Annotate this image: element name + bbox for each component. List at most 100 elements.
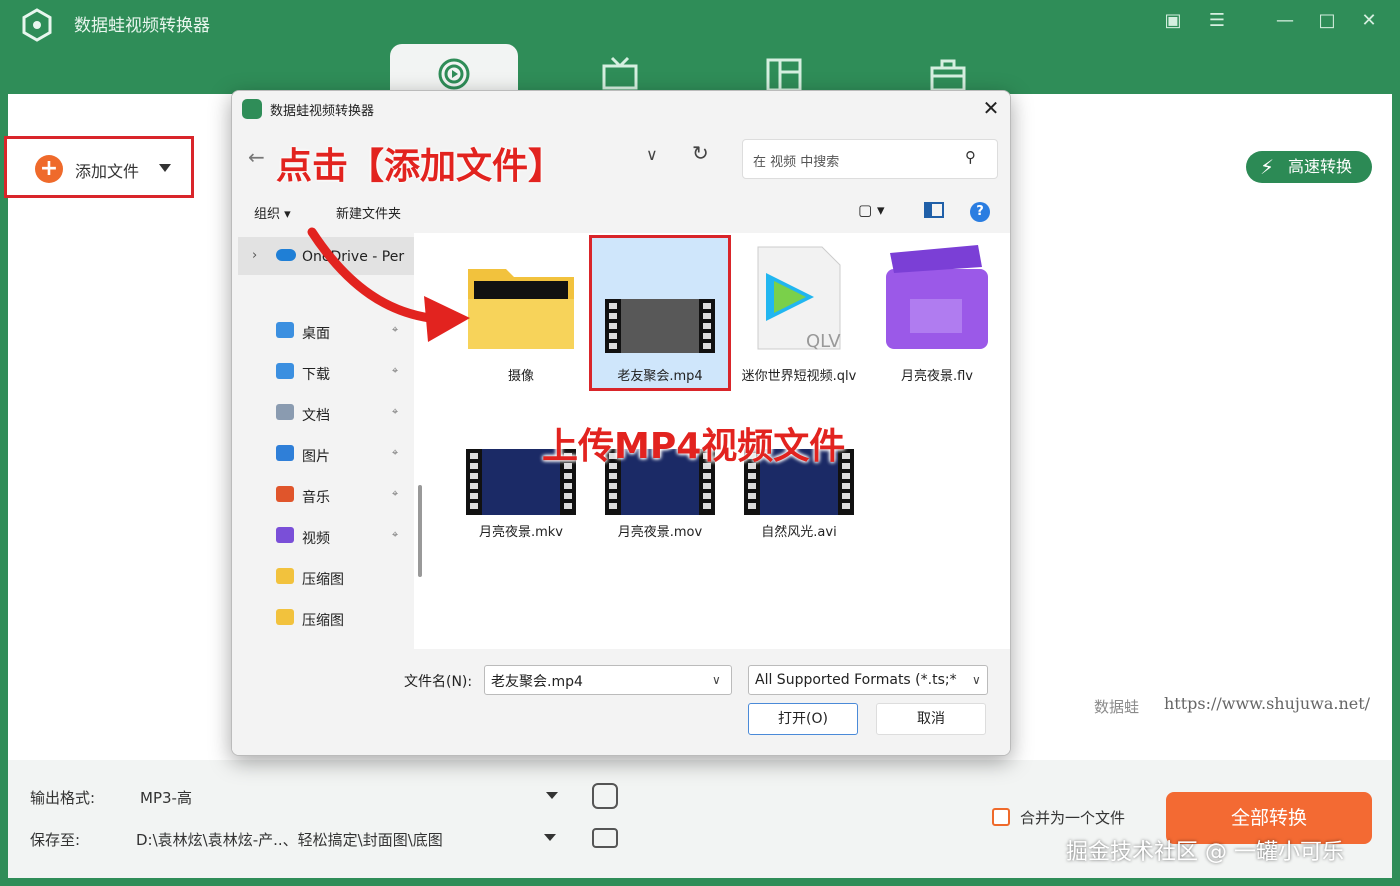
open-folder-icon[interactable]: [592, 828, 618, 848]
maximize-icon[interactable]: □: [1314, 8, 1340, 34]
file-name: 月亮夜景.mov: [617, 525, 703, 540]
pictures-icon: [276, 445, 294, 461]
address-history-chevron-icon[interactable]: ∨: [646, 145, 658, 164]
nav-item-label: 文档: [302, 408, 330, 424]
chevron-down-icon[interactable]: [159, 164, 171, 172]
turbo-convert-button[interactable]: ⚡ 高速转换: [1246, 151, 1372, 183]
filename-label: 文件名(N):: [404, 674, 473, 690]
document-icon: [276, 404, 294, 420]
filename-dropdown-icon[interactable]: ∨: [712, 673, 721, 687]
nav-item-5[interactable]: 视频 ⌖: [272, 522, 412, 552]
nav-item-label: 压缩图: [302, 613, 344, 629]
app-logo-icon: [22, 8, 52, 42]
add-file-annotation: 点击【添加文件】: [276, 146, 565, 187]
nav-item-label: 音乐: [302, 490, 330, 506]
toolbox-icon: [930, 59, 966, 92]
tab-layout[interactable]: [718, 44, 846, 96]
new-folder-button[interactable]: 新建文件夹: [336, 203, 401, 222]
dialog-footer: 文件名(N): 老友聚会.mp4 ∨ All Supported Formats…: [232, 649, 1010, 755]
desktop-icon: [276, 322, 294, 338]
credit-watermark: 掘金技术社区 @ 一罐小可乐: [1066, 840, 1344, 865]
brand-watermark: 数据蛙: [1094, 698, 1140, 716]
file-type-dropdown-icon[interactable]: ∨: [972, 673, 981, 687]
output-format-label: 输出格式:: [30, 789, 96, 807]
back-arrow-icon[interactable]: ←: [248, 145, 265, 169]
add-file-button[interactable]: + 添加文件: [4, 136, 194, 198]
address-bar: ← 点击【添加文件】 ∨ ↻ 在 视频 中搜索 ⚲: [232, 127, 1010, 189]
open-button[interactable]: 打开(O): [748, 703, 858, 735]
save-to-dropdown-icon[interactable]: [544, 834, 556, 841]
nav-onedrive-label: OneDrive - Per: [302, 249, 405, 265]
preview-pane-icon[interactable]: [924, 202, 944, 218]
menu-icon[interactable]: ☰: [1204, 8, 1230, 34]
brand-url: https://www.shujuwa.net/: [1164, 694, 1371, 713]
nav-item-1[interactable]: 下载 ⌖: [272, 358, 412, 388]
nav-item-label: 桌面: [302, 326, 330, 342]
search-placeholder: 在 视频 中搜索: [753, 155, 840, 170]
pin-icon: ⌖: [392, 487, 399, 500]
nav-item-7[interactable]: 压缩图: [272, 604, 412, 634]
search-input[interactable]: 在 视频 中搜索 ⚲: [742, 139, 998, 179]
tab-tv[interactable]: [554, 44, 682, 96]
nav-item-2[interactable]: 文档 ⌖: [272, 399, 412, 429]
save-to-label: 保存至:: [30, 831, 81, 849]
dialog-close-icon[interactable]: ✕: [978, 95, 1004, 121]
folder-icon: [276, 609, 294, 625]
cloud-icon: [276, 249, 296, 261]
pin-icon: ⌖: [392, 323, 399, 336]
pin-icon: ⌖: [392, 364, 399, 377]
view-mode-icon[interactable]: ▢ ▾: [858, 201, 884, 219]
video-file-icon: [605, 299, 715, 353]
nav-item-label: 视频: [302, 531, 330, 547]
app-title: 数据蛙视频转换器: [74, 16, 210, 36]
file-name: 自然风光.avi: [761, 525, 837, 540]
file-type-select[interactable]: All Supported Formats (*.ts;*: [748, 665, 988, 695]
merge-label: 合并为一个文件: [1020, 809, 1126, 827]
tv-icon: [602, 56, 638, 90]
folder-icon: [468, 269, 574, 349]
dialog-app-icon: [242, 99, 262, 119]
nav-item-label: 图片: [302, 449, 330, 465]
tab-convert[interactable]: [390, 44, 518, 96]
nav-item-0[interactable]: 桌面 ⌖: [272, 317, 412, 347]
navigation-pane: › OneDrive - Per 桌面 ⌖ 下载 ⌖ 文档 ⌖ 图片 ⌖ 音乐 ⌖ 视频 ⌖ 压缩图 压缩…: [232, 233, 422, 649]
open-file-dialog: 数据蛙视频转换器 ✕ ← 点击【添加文件】 ∨ ↻ 在 视频 中搜索 ⚲ 组织 …: [231, 90, 1011, 756]
filename-input[interactable]: 老友聚会.mp4: [484, 665, 732, 695]
file-name: 月亮夜景.flv: [900, 369, 973, 384]
qlv-badge: QLV: [806, 331, 841, 352]
nav-scrollbar[interactable]: [418, 485, 422, 577]
help-icon[interactable]: ?: [970, 202, 990, 222]
nav-item-3[interactable]: 图片 ⌖: [272, 440, 412, 470]
title-bar: 数据蛙视频转换器 ▣ ☰ — □ ✕: [0, 0, 1400, 44]
nav-item-label: 下载: [302, 367, 330, 383]
save-to-path[interactable]: D:\袁林炫\袁林炫-产..、轻松搞定\封面图\底图: [136, 829, 526, 850]
tab-toolbox[interactable]: [882, 44, 1010, 96]
convert-icon: [438, 58, 470, 90]
format-settings-icon[interactable]: [592, 783, 618, 809]
nav-item-4[interactable]: 音乐 ⌖: [272, 481, 412, 511]
layout-icon: [766, 58, 802, 92]
qlv-file-icon: QLV: [757, 246, 841, 352]
output-format-dropdown-icon[interactable]: [546, 792, 558, 799]
dialog-title: 数据蛙视频转换器: [270, 104, 375, 119]
close-icon[interactable]: ✕: [1356, 8, 1382, 34]
dialog-title-bar: 数据蛙视频转换器 ✕: [232, 91, 1010, 127]
cancel-button[interactable]: 取消: [876, 703, 986, 735]
flv-file-icon: [886, 245, 988, 349]
nav-item-6[interactable]: 压缩图: [272, 563, 412, 593]
download-icon: [276, 363, 294, 379]
expand-chevron-icon[interactable]: ›: [252, 248, 257, 263]
search-icon: ⚲: [965, 148, 976, 166]
add-file-label: 添加文件: [75, 162, 140, 181]
refresh-icon[interactable]: ↻: [692, 141, 709, 165]
output-format-select[interactable]: MP3-高: [140, 787, 192, 808]
feedback-icon[interactable]: ▣: [1160, 8, 1186, 34]
minimize-icon[interactable]: —: [1272, 8, 1298, 34]
file-name: 摄像: [507, 369, 534, 384]
upload-mp4-annotation: 上传MP4视频文件: [542, 426, 846, 467]
nav-item-onedrive[interactable]: › OneDrive - Per: [238, 237, 414, 275]
merge-checkbox[interactable]: [992, 808, 1010, 826]
organize-menu[interactable]: 组织 ▾: [254, 203, 291, 222]
file-name: 月亮夜景.mkv: [478, 525, 564, 540]
pin-icon: ⌖: [392, 405, 399, 418]
